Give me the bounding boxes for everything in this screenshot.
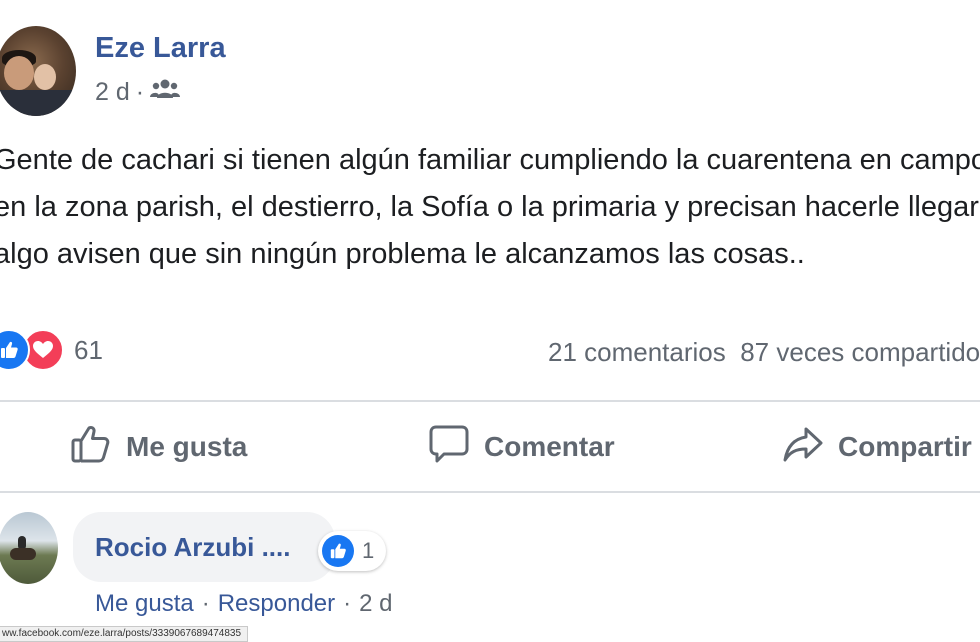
speech-bubble-icon — [428, 423, 470, 472]
post-timestamp[interactable]: 2 d — [95, 78, 130, 107]
comments-count-link[interactable]: 21 comentarios — [548, 337, 726, 367]
comment-actions: Me gusta · Responder · 2 d — [95, 590, 393, 618]
comment-author-name[interactable]: Rocio Arzubi .... — [95, 532, 290, 563]
comment-like-link[interactable]: Me gusta — [95, 590, 194, 618]
like-button[interactable]: Me gusta — [70, 424, 247, 470]
meta-separator: · — [135, 78, 145, 106]
thumbs-up-icon — [70, 423, 112, 472]
engagement-counts: 21 comentarios 87 veces compartido — [548, 337, 980, 368]
comment-reaction-count: 1 — [362, 538, 375, 563]
shares-count-link[interactable]: 87 veces compartido — [740, 337, 980, 367]
like-button-label: Me gusta — [126, 431, 248, 462]
share-button-label: Compartir — [838, 431, 972, 462]
reaction-count: 61 — [74, 334, 103, 365]
divider — [0, 491, 980, 493]
author-avatar[interactable] — [0, 26, 76, 116]
comment-actions-separator: · — [343, 590, 352, 617]
group-icon — [150, 78, 181, 107]
comment-timestamp[interactable]: 2 d — [359, 590, 392, 618]
comment-button-label: Comentar — [484, 431, 615, 462]
share-arrow-icon — [782, 423, 824, 472]
like-reaction-icon — [0, 329, 30, 371]
commenter-avatar[interactable] — [0, 512, 58, 584]
post-author-name[interactable]: Eze Larra — [95, 32, 226, 65]
comment-button[interactable]: Comentar — [428, 424, 615, 470]
reaction-summary[interactable]: 61 — [0, 329, 103, 371]
post-text: Gente de cachari si tienen algún familia… — [0, 144, 980, 270]
like-reaction-icon — [322, 535, 354, 567]
post-meta: 2 d · — [95, 78, 181, 107]
comment-reaction-badge[interactable]: 1 — [318, 531, 387, 571]
share-button[interactable]: Compartir — [782, 424, 972, 470]
comment-actions-separator: · — [201, 590, 210, 617]
divider — [0, 400, 980, 402]
comment-reply-link[interactable]: Responder — [218, 590, 335, 618]
